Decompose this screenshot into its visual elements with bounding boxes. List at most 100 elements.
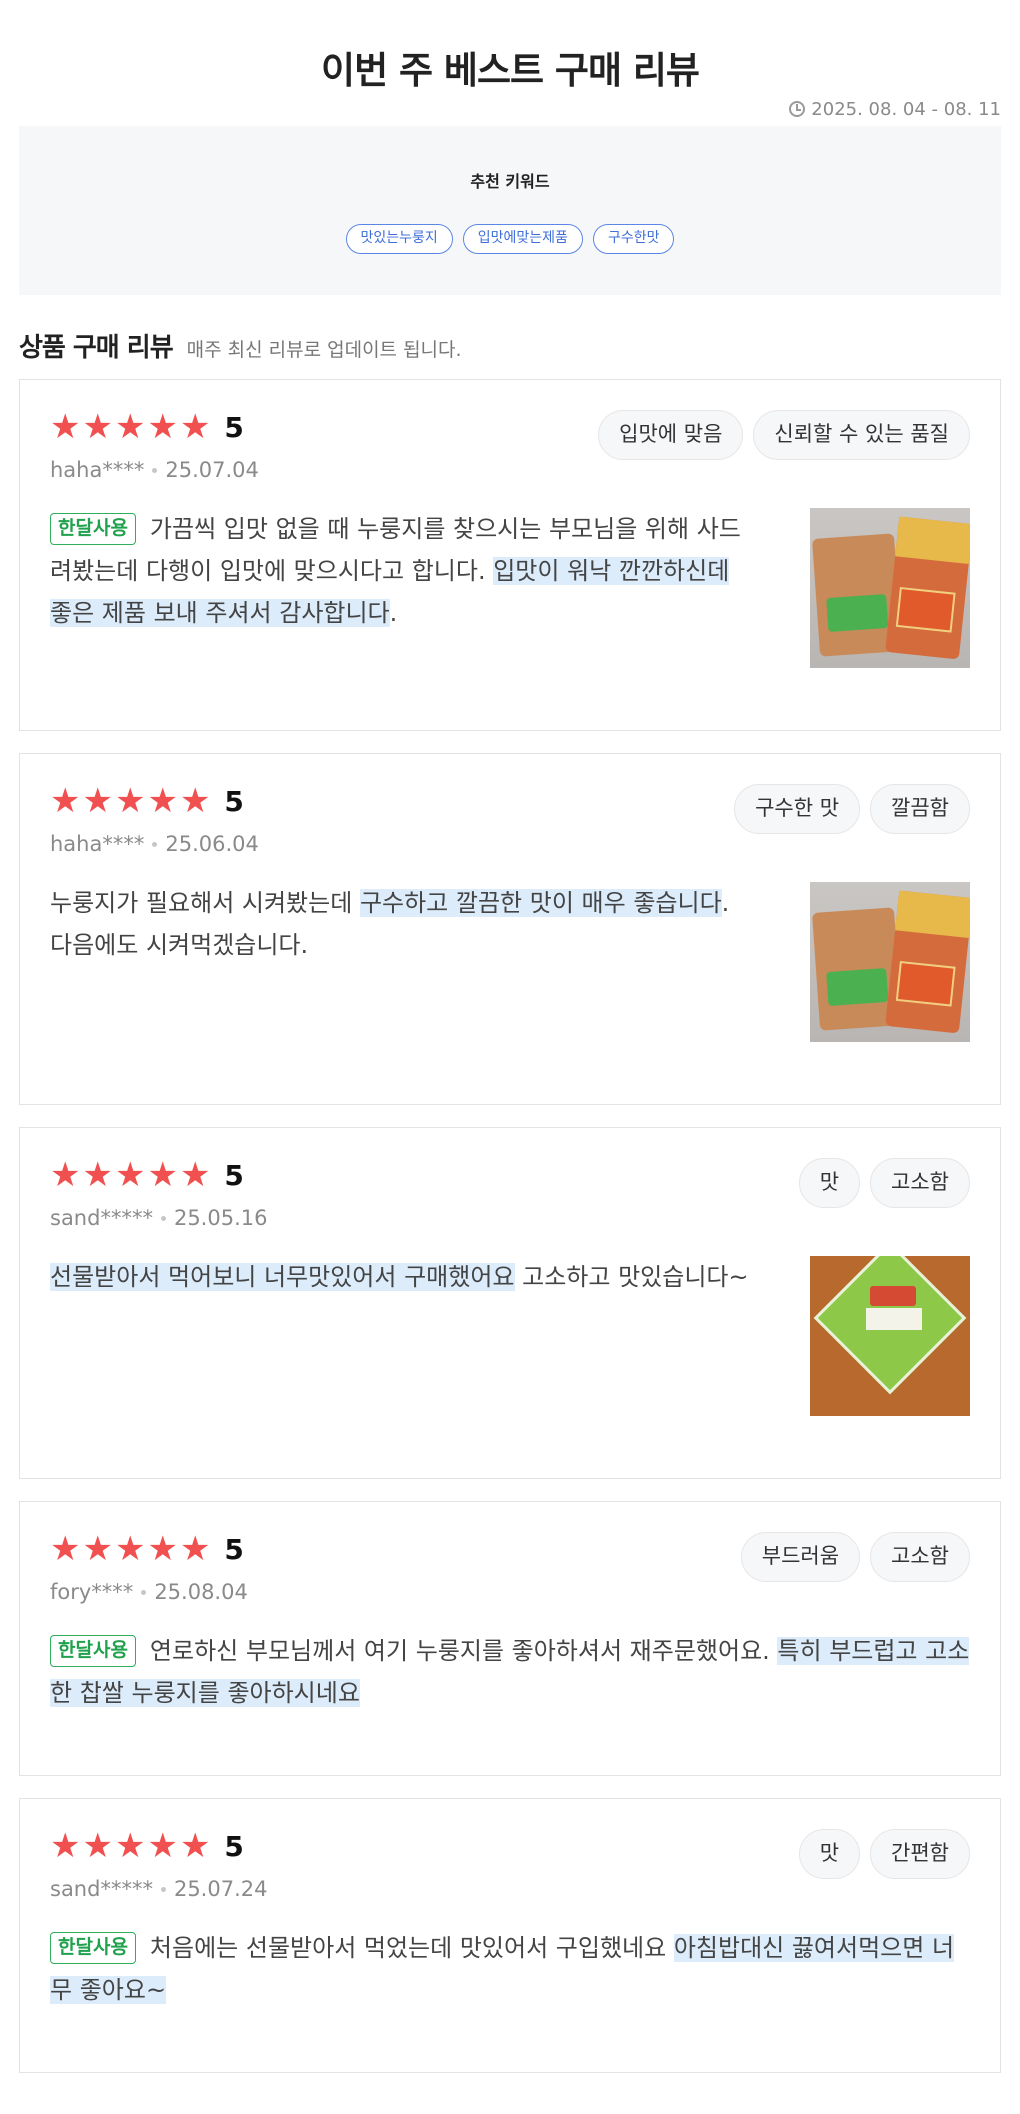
review-tag: 신뢰할 수 있는 품질 [753,410,970,460]
star-icon: ★ [114,1155,146,1195]
usage-badge: 한달사용 [50,513,136,545]
review-tags: 맛 간편함 [798,1829,970,1879]
section-subtitle: 매주 최신 리뷰로 업데이트 됩니다. [186,339,462,361]
star-rating: ★ ★ ★ ★ ★ 5 [50,1829,267,1863]
reviewer-id: fory**** [50,1580,134,1604]
review-text: 한달사용 처음에는 선물받아서 먹었는데 맛있어서 구입했네요 아침밥대신 끓여서… [50,1927,970,2011]
review-card[interactable]: ★ ★ ★ ★ ★ 5 sand***** 25.05.16 맛 고소함 선물받… [19,1127,1001,1479]
star-icon: ★ [114,781,146,821]
star-rating: ★ ★ ★ ★ ★ 5 [50,1158,267,1192]
review-tag: 입맛에 맞음 [598,410,744,460]
separator-dot [160,1215,166,1221]
star-icon: ★ [82,781,113,821]
review-card[interactable]: ★ ★ ★ ★ ★ 5 fory**** 25.08.04 부드러움 고소함 한… [19,1501,1001,1776]
page-title: 이번 주 베스트 구매 리뷰 [321,49,700,92]
reviewer-id: haha**** [50,832,145,856]
review-card[interactable]: ★ ★ ★ ★ ★ 5 haha**** 25.06.04 구수한 맛 깔끔함 [19,753,1001,1105]
star-icon: ★ [179,1826,211,1866]
star-icon: ★ [50,1155,81,1195]
reviewer-id: haha**** [50,458,145,482]
star-icon: ★ [82,1529,113,1569]
usage-badge: 한달사용 [50,1932,136,1964]
star-icon: ★ [147,781,178,821]
review-tag: 맛 [798,1158,861,1208]
review-date: 25.05.16 [173,1206,268,1230]
star-icon: ★ [50,1529,81,1569]
product-photo[interactable] [810,882,970,1042]
separator-dot [160,1886,166,1892]
review-text-after: 고소하고 맛있습니다~ [514,1263,749,1291]
period-row: 2025. 08. 04 - 08. 11 [19,92,1001,126]
review-meta: haha**** 25.06.04 [50,832,259,856]
star-icon: ★ [147,407,178,447]
star-icon: ★ [179,407,211,447]
review-card[interactable]: ★ ★ ★ ★ ★ 5 haha**** 25.07.04 입맛에 맞음 신뢰할… [19,379,1001,731]
review-text: 한달사용 연로하신 부모님께서 여기 누룽지를 좋아하셔서 재주문했어요. 특히 … [50,1630,970,1714]
review-meta: sand***** 25.05.16 [50,1206,267,1230]
review-text: 한달사용 가끔씩 입맛 없을 때 누룽지를 찾으시는 부모님을 위해 사드려봤는데… [50,508,750,668]
review-date: 25.07.24 [173,1877,268,1901]
clock-icon [789,101,806,117]
star-icon: ★ [50,1826,81,1866]
review-date: 25.07.04 [165,458,259,482]
review-text-highlight: 선물받아서 먹어보니 너무맛있어서 구매했어요 [50,1263,515,1291]
keyword-chip[interactable]: 맛있는누룽지 [345,224,453,254]
star-icon: ★ [179,1529,211,1569]
section-title: 상품 구매 리뷰 [19,333,174,363]
review-text: 누룽지가 필요해서 시켜봤는데 구수하고 깔끔한 맛이 매우 좋습니다. 다음에… [50,882,750,1042]
rating-value: 5 [224,784,244,818]
star-rating: ★ ★ ★ ★ ★ 5 [50,410,259,444]
review-tags: 구수한 맛 깔끔함 [734,784,970,834]
review-card[interactable]: ★ ★ ★ ★ ★ 5 sand***** 25.07.24 맛 간편함 한달사… [19,1798,1001,2073]
star-icon: ★ [82,1155,113,1195]
keywords-panel: 추천 키워드 맛있는누룽지 입맛에맞는제품 구수한맛 [19,126,1001,295]
separator-dot [141,1589,147,1595]
review-text-highlight: 구수하고 깔끔한 맛이 매우 좋습니다 [359,889,722,917]
product-photo[interactable] [810,508,970,668]
review-tags: 맛 고소함 [798,1158,970,1208]
review-meta: haha**** 25.07.04 [50,458,259,482]
separator-dot [152,467,158,473]
star-icon: ★ [147,1826,178,1866]
star-icon: ★ [114,407,146,447]
review-meta: fory**** 25.08.04 [50,1580,248,1604]
keyword-chips: 맛있는누룽지 입맛에맞는제품 구수한맛 [345,224,675,254]
period-text: 2025. 08. 04 - 08. 11 [811,98,1001,120]
rating-value: 5 [224,410,244,444]
reviews-header: 상품 구매 리뷰 매주 최신 리뷰로 업데이트 됩니다. [19,327,1001,379]
reviewer-id: sand***** [50,1206,153,1230]
star-rating: ★ ★ ★ ★ ★ 5 [50,1532,248,1566]
review-tags: 부드러움 고소함 [740,1532,970,1582]
star-icon: ★ [147,1529,178,1569]
review-tag: 구수한 맛 [734,784,861,834]
star-icon: ★ [114,1529,146,1569]
review-text-plain: 연로하신 부모님께서 여기 누룽지를 좋아하셔서 재주문했어요. [149,1637,778,1665]
star-icon: ★ [114,1826,146,1866]
rating-value: 5 [224,1532,244,1566]
star-rating: ★ ★ ★ ★ ★ 5 [50,784,259,818]
star-icon: ★ [179,1155,211,1195]
review-tag: 간편함 [870,1829,970,1879]
separator-dot [152,841,158,847]
review-meta: sand***** 25.07.24 [50,1877,267,1901]
reviewer-id: sand***** [50,1877,153,1901]
review-date: 25.06.04 [165,832,259,856]
star-icon: ★ [82,407,113,447]
review-tags: 입맛에 맞음 신뢰할 수 있는 품질 [598,410,970,460]
star-icon: ★ [179,781,211,821]
review-tag: 고소함 [870,1158,970,1208]
review-text-plain: 처음에는 선물받아서 먹었는데 맛있어서 구입했네요 [149,1934,674,1962]
star-icon: ★ [50,407,81,447]
rating-value: 5 [224,1829,244,1863]
review-tag: 부드러움 [740,1532,861,1582]
product-photo[interactable] [810,1256,970,1416]
keyword-chip[interactable]: 입맛에맞는제품 [462,224,583,254]
star-icon: ★ [147,1155,178,1195]
usage-badge: 한달사용 [50,1635,136,1667]
review-tag: 맛 [798,1829,861,1879]
star-icon: ★ [82,1826,113,1866]
keyword-chip[interactable]: 구수한맛 [592,224,675,254]
review-tag: 고소함 [870,1532,970,1582]
rating-value: 5 [224,1158,244,1192]
review-tag: 깔끔함 [870,784,970,834]
